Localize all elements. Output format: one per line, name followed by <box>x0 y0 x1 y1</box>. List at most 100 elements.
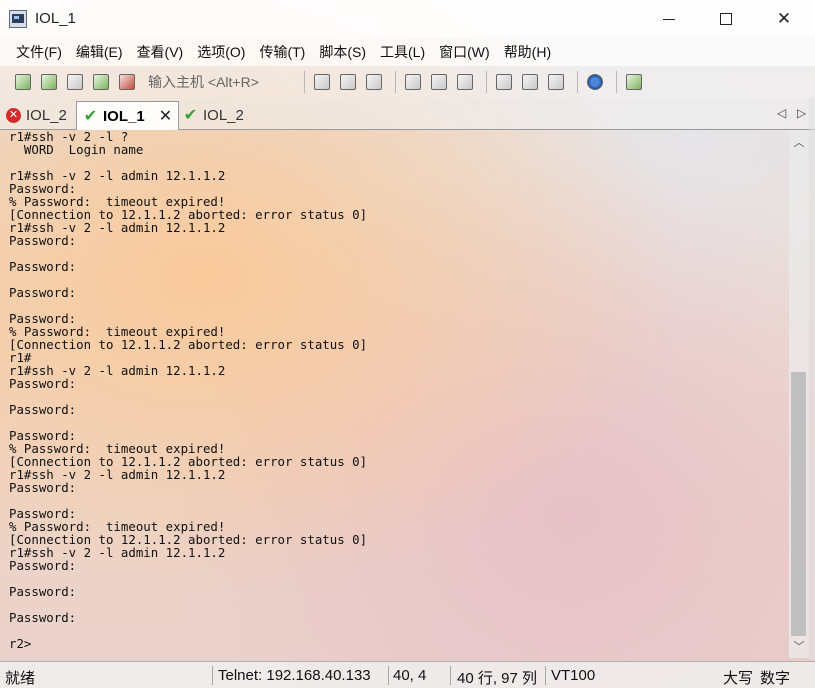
maximize-icon <box>720 13 732 25</box>
title-bar[interactable]: IOL_1 ✕ <box>0 0 815 38</box>
print-icon[interactable] <box>454 71 476 93</box>
status-cursor-position: 40, 4 <box>393 667 427 684</box>
status-bar: 就绪 Telnet: 192.168.40.133 40, 4 40 行, 97… <box>0 661 815 688</box>
session-options-icon[interactable] <box>493 71 515 93</box>
menu-tools[interactable]: 工具(L) <box>373 42 432 62</box>
toolbar-separator <box>577 71 578 93</box>
terminal-line: Password: <box>9 480 77 495</box>
toolbar-separator <box>304 71 305 93</box>
terminal-line: [Connection to 12.1.1.2 aborted: error s… <box>9 337 368 352</box>
toolbar-separator <box>616 71 617 93</box>
session-tab-bar: ✕ IOL_2 ✔ IOL_1 ✕ ✔ IOL_2 ◁ ▷ <box>0 98 815 130</box>
menu-edit[interactable]: 编辑(E) <box>69 42 130 62</box>
status-ready: 就绪 <box>5 670 36 687</box>
terminal-line: Password: <box>9 402 77 417</box>
check-status-icon: ✔ <box>183 107 198 124</box>
tab-scroll-left-icon[interactable]: ◁ <box>777 106 786 120</box>
terminal-lines: r1#ssh -v 2 -l ? WORD Login name r1#ssh -… <box>3 130 789 650</box>
reconnect-icon[interactable] <box>90 71 112 93</box>
scroll-up-icon[interactable]: ︿ <box>789 132 809 152</box>
scroll-down-icon[interactable]: ﹀ <box>789 636 809 656</box>
toolbar-separator <box>486 71 487 93</box>
copy-icon[interactable] <box>311 71 333 93</box>
menu-window[interactable]: 窗口(W) <box>432 42 497 62</box>
find-icon[interactable] <box>363 71 385 93</box>
menu-view[interactable]: 查看(V) <box>130 42 191 62</box>
terminal-line: WORD Login name <box>9 142 144 157</box>
terminal-line: r1#ssh -v 2 -l admin 12.1.1.2 <box>9 363 226 378</box>
host-input[interactable] <box>146 70 292 94</box>
terminal-line: Password: <box>9 259 77 274</box>
minimize-icon <box>663 18 675 20</box>
terminal-line: Password: <box>9 584 77 599</box>
minimize-button[interactable] <box>640 0 698 38</box>
close-icon: ✕ <box>776 9 792 28</box>
status-num-lock: 数字 <box>760 670 791 687</box>
print-selection-icon[interactable] <box>428 71 450 93</box>
menu-help[interactable]: 帮助(H) <box>497 42 558 62</box>
terminal-line: Password: <box>9 610 77 625</box>
quick-connect-icon[interactable] <box>38 71 60 93</box>
terminal-line: r1#ssh -v 2 -l admin 12.1.1.2 <box>9 545 226 560</box>
status-divider <box>212 666 213 685</box>
terminal-line: Password: <box>9 233 77 248</box>
menu-bar: 文件(F) 编辑(E) 查看(V) 选项(O) 传输(T) 脚本(S) 工具(L… <box>0 38 815 66</box>
status-divider <box>545 666 546 685</box>
window-right-border <box>809 98 815 660</box>
disconnect-icon[interactable] <box>116 71 138 93</box>
menu-script[interactable]: 脚本(S) <box>312 42 373 62</box>
terminal-line: r1#ssh -v 2 -l admin 12.1.1.2 <box>9 168 226 183</box>
terminal-app-icon[interactable] <box>9 10 27 28</box>
maximize-button[interactable] <box>697 0 755 38</box>
tab-iol2-connected[interactable]: ✔ IOL_2 <box>183 101 244 130</box>
terminal-line: Password: <box>9 285 77 300</box>
print-setup-icon[interactable] <box>402 71 424 93</box>
status-divider <box>388 666 389 685</box>
tab-label: IOL_2 <box>203 107 244 124</box>
menu-options[interactable]: 选项(O) <box>190 42 252 62</box>
paste-icon[interactable] <box>337 71 359 93</box>
toolbar <box>0 66 815 98</box>
close-button[interactable]: ✕ <box>755 0 813 38</box>
menu-transfer[interactable]: 传输(T) <box>252 42 312 62</box>
status-connection: Telnet: 192.168.40.133 <box>218 667 371 684</box>
status-caps-lock: 大写 <box>723 670 754 687</box>
terminal-line: r1#ssh -v 2 -l admin 12.1.1.2 <box>9 467 226 482</box>
terminal-output[interactable]: r1#ssh -v 2 -l ? WORD Login name r1#ssh -… <box>3 130 789 658</box>
global-options-icon[interactable] <box>519 71 541 93</box>
help-icon[interactable] <box>584 71 606 93</box>
terminal-line: r1#ssh -v 2 -l admin 12.1.1.2 <box>9 220 226 235</box>
connect-icon[interactable] <box>12 71 34 93</box>
terminal-line: r2> <box>9 636 32 651</box>
connect-in-tab-icon[interactable] <box>64 71 86 93</box>
vertical-scrollbar[interactable]: ︿ ﹀ <box>789 130 809 658</box>
window-title: IOL_1 <box>35 10 76 27</box>
map-icon[interactable] <box>623 71 645 93</box>
error-status-icon: ✕ <box>6 108 21 123</box>
tab-iol2-disconnected[interactable]: ✕ IOL_2 <box>6 101 67 130</box>
check-status-icon: ✔ <box>83 107 98 125</box>
terminal-line: Password: <box>9 558 77 573</box>
status-divider <box>450 666 451 685</box>
tab-label: IOL_2 <box>26 107 67 124</box>
tab-iol1-active[interactable]: ✔ IOL_1 ✕ <box>76 101 180 130</box>
tab-label: IOL_1 <box>103 107 145 125</box>
toolbar-separator <box>395 71 396 93</box>
terminal-window: IOL_1 ✕ 文件(F) 编辑(E) 查看(V) 选项(O) 传输(T) 脚本… <box>0 0 815 688</box>
key-icon[interactable] <box>545 71 567 93</box>
terminal-line: Password: <box>9 376 77 391</box>
tab-close-icon[interactable]: ✕ <box>159 106 172 126</box>
scrollbar-thumb[interactable] <box>791 372 806 636</box>
tab-scroll-right-icon[interactable]: ▷ <box>797 106 806 120</box>
status-terminal-size: 40 行, 97 列 <box>457 670 538 687</box>
menu-file[interactable]: 文件(F) <box>9 42 69 62</box>
status-emulation: VT100 <box>551 667 596 684</box>
